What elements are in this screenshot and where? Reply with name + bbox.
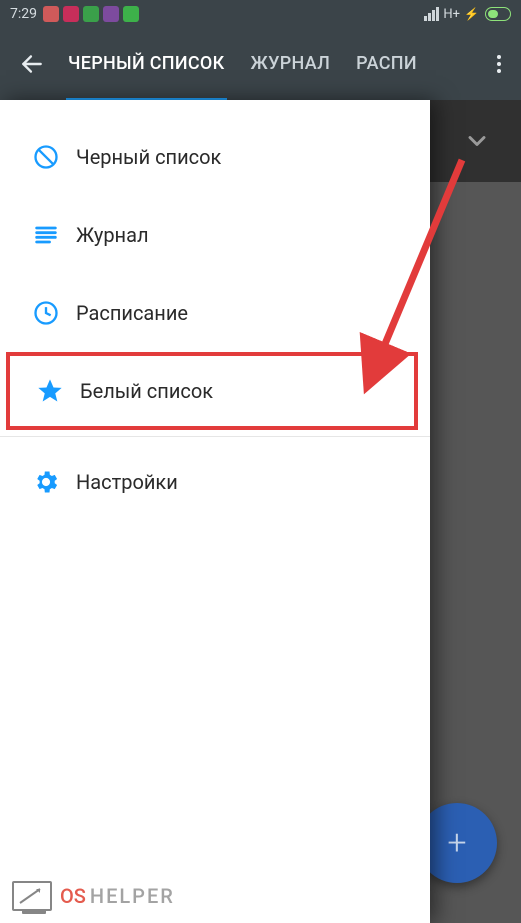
app-bar: ЧЕРНЫЙ СПИСОК ЖУРНАЛ РАСПИ [0, 28, 521, 100]
block-icon [32, 143, 60, 171]
tab-schedule[interactable]: РАСПИ [356, 53, 417, 76]
drawer-item-label: Расписание [70, 301, 188, 325]
highlight-annotation: Белый список [6, 352, 418, 430]
watermark-text: OSHELPER [60, 884, 175, 908]
watermark-helper: HELPER [90, 884, 175, 908]
drawer-item-label: Белый список [74, 379, 213, 403]
signal-icon [424, 7, 439, 21]
notif-icon-5 [123, 6, 139, 22]
notification-icons [43, 6, 139, 22]
back-button[interactable] [14, 46, 50, 82]
tab-journal[interactable]: ЖУРНАЛ [251, 53, 331, 76]
drawer-item-label: Черный список [70, 145, 221, 169]
notif-icon-1 [43, 6, 59, 22]
notif-icon-3 [83, 6, 99, 22]
drawer-menu: Черный список Журнал Расписание [0, 100, 430, 521]
chevron-down-icon [463, 127, 491, 155]
status-left: 7:29 [10, 6, 139, 22]
tab-bar: ЧЕРНЫЙ СПИСОК ЖУРНАЛ РАСПИ [50, 53, 485, 76]
drawer-item-label: Настройки [70, 470, 178, 494]
clock-icon [32, 299, 60, 327]
notif-icon-4 [103, 6, 119, 22]
watermark: OSHELPER [12, 881, 175, 911]
star-icon [36, 377, 64, 405]
drawer-item-whitelist[interactable]: Белый список [22, 356, 414, 426]
battery-icon [485, 7, 511, 21]
monitor-icon [12, 881, 52, 911]
status-right: H+ ⚡ [424, 7, 511, 22]
arrow-back-icon [19, 51, 45, 77]
overflow-menu-button[interactable] [485, 55, 521, 73]
gear-icon [32, 468, 60, 496]
list-icon [32, 221, 60, 249]
drawer-item-settings[interactable]: Настройки [0, 443, 430, 521]
drawer-item-schedule[interactable]: Расписание [0, 274, 430, 352]
phone-frame: 7:29 H+ ⚡ ЧЕРНЫЙ СПИСОК ЖУРНАЛ РАСПИ [0, 0, 521, 923]
status-time: 7:29 [10, 6, 37, 22]
drawer-item-label: Журнал [70, 223, 149, 247]
notif-icon-2 [63, 6, 79, 22]
status-bar: 7:29 H+ ⚡ [0, 0, 521, 28]
menu-divider [0, 436, 430, 437]
tab-blacklist[interactable]: ЧЕРНЫЙ СПИСОК [68, 53, 225, 76]
navigation-drawer: Черный список Журнал Расписание [0, 100, 430, 923]
charging-icon: ⚡ [464, 7, 479, 21]
plus-icon: + [447, 823, 466, 863]
network-type: H+ [443, 7, 460, 22]
drawer-item-blacklist[interactable]: Черный список [0, 118, 430, 196]
watermark-os: OS [60, 884, 86, 908]
drawer-item-journal[interactable]: Журнал [0, 196, 430, 274]
